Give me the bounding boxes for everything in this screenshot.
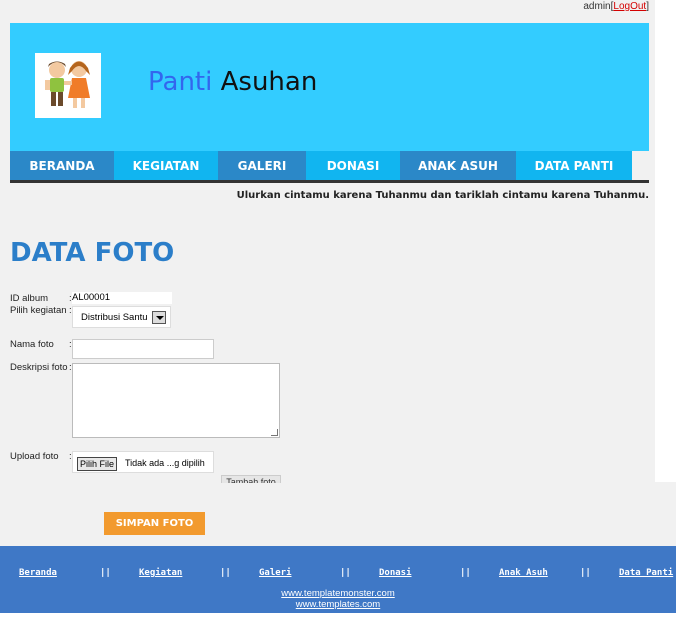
kegiatan-selected-value: Distribusi Santu: [81, 312, 148, 323]
kegiatan-select[interactable]: Distribusi Santu: [72, 306, 171, 328]
upload-foto-label: Upload foto: [10, 451, 59, 462]
nav-galeri[interactable]: GALERI: [218, 151, 306, 180]
nav-donasi[interactable]: DONASI: [306, 151, 400, 180]
nav-beranda[interactable]: BERANDA: [10, 151, 114, 180]
resize-grip-icon[interactable]: [271, 429, 278, 436]
nav-anak-asuh[interactable]: ANAK ASUH: [400, 151, 516, 180]
footer-separator: ||: [460, 568, 471, 578]
deskripsi-foto-textarea[interactable]: [72, 363, 280, 438]
chevron-down-icon[interactable]: [152, 311, 166, 324]
site-title: Panti Asuhan: [148, 67, 318, 97]
id-album-label: ID album: [10, 293, 49, 304]
id-album-value: AL00001: [72, 292, 172, 304]
bottom-margin: [0, 613, 676, 636]
deskripsi-foto-label: Deskripsi foto: [10, 362, 68, 373]
footer-separator: ||: [220, 568, 231, 578]
main-nav: BERANDA KEGIATAN GALERI DONASI ANAK ASUH…: [10, 151, 649, 183]
nama-foto-input[interactable]: [72, 339, 214, 359]
site-header: Panti Asuhan: [10, 23, 649, 151]
nav-data-panti[interactable]: DATA PANTI: [516, 151, 632, 180]
credit-templatemonster-link[interactable]: www.templatemonster.com: [0, 588, 676, 599]
nav-kegiatan[interactable]: KEGIATAN: [114, 151, 218, 180]
page-title: DATA FOTO: [10, 238, 175, 268]
logout-link[interactable]: LogOut: [613, 1, 646, 12]
footer-link-galeri[interactable]: Galeri: [259, 568, 292, 578]
footer-separator: ||: [340, 568, 351, 578]
file-status: Tidak ada ...g dipilih: [125, 458, 205, 468]
children-logo-icon: [45, 61, 90, 108]
footer-separator: ||: [580, 568, 591, 578]
user-bar: admin[LogOut]: [583, 1, 649, 12]
credit-templates-link[interactable]: www.templates.com: [0, 599, 676, 610]
nama-foto-label: Nama foto: [10, 339, 54, 350]
right-background-strip: [655, 0, 676, 482]
logo: [35, 53, 101, 118]
tagline: Ulurkan cintamu karena Tuhanmu dan tarik…: [236, 190, 649, 201]
footer-link-anak-asuh[interactable]: Anak Asuh: [499, 568, 548, 578]
footer-link-donasi[interactable]: Donasi: [379, 568, 412, 578]
footer-link-kegiatan[interactable]: Kegiatan: [139, 568, 182, 578]
footer-link-beranda[interactable]: Beranda: [19, 568, 57, 578]
kegiatan-label: Pilih kegiatan: [10, 305, 67, 316]
tambah-foto-button[interactable]: Tambah foto: [221, 475, 281, 483]
upload-foto-input[interactable]: Pilih File Tidak ada ...g dipilih: [72, 451, 214, 473]
choose-file-button[interactable]: Pilih File: [77, 457, 118, 471]
footer-separator: ||: [100, 568, 111, 578]
footer-link-data-panti[interactable]: Data Panti: [619, 568, 673, 578]
username: admin: [583, 1, 611, 12]
simpan-foto-button[interactable]: SIMPAN FOTO: [104, 512, 205, 535]
footer: Beranda || Kegiatan || Galeri || Donasi …: [0, 546, 676, 613]
